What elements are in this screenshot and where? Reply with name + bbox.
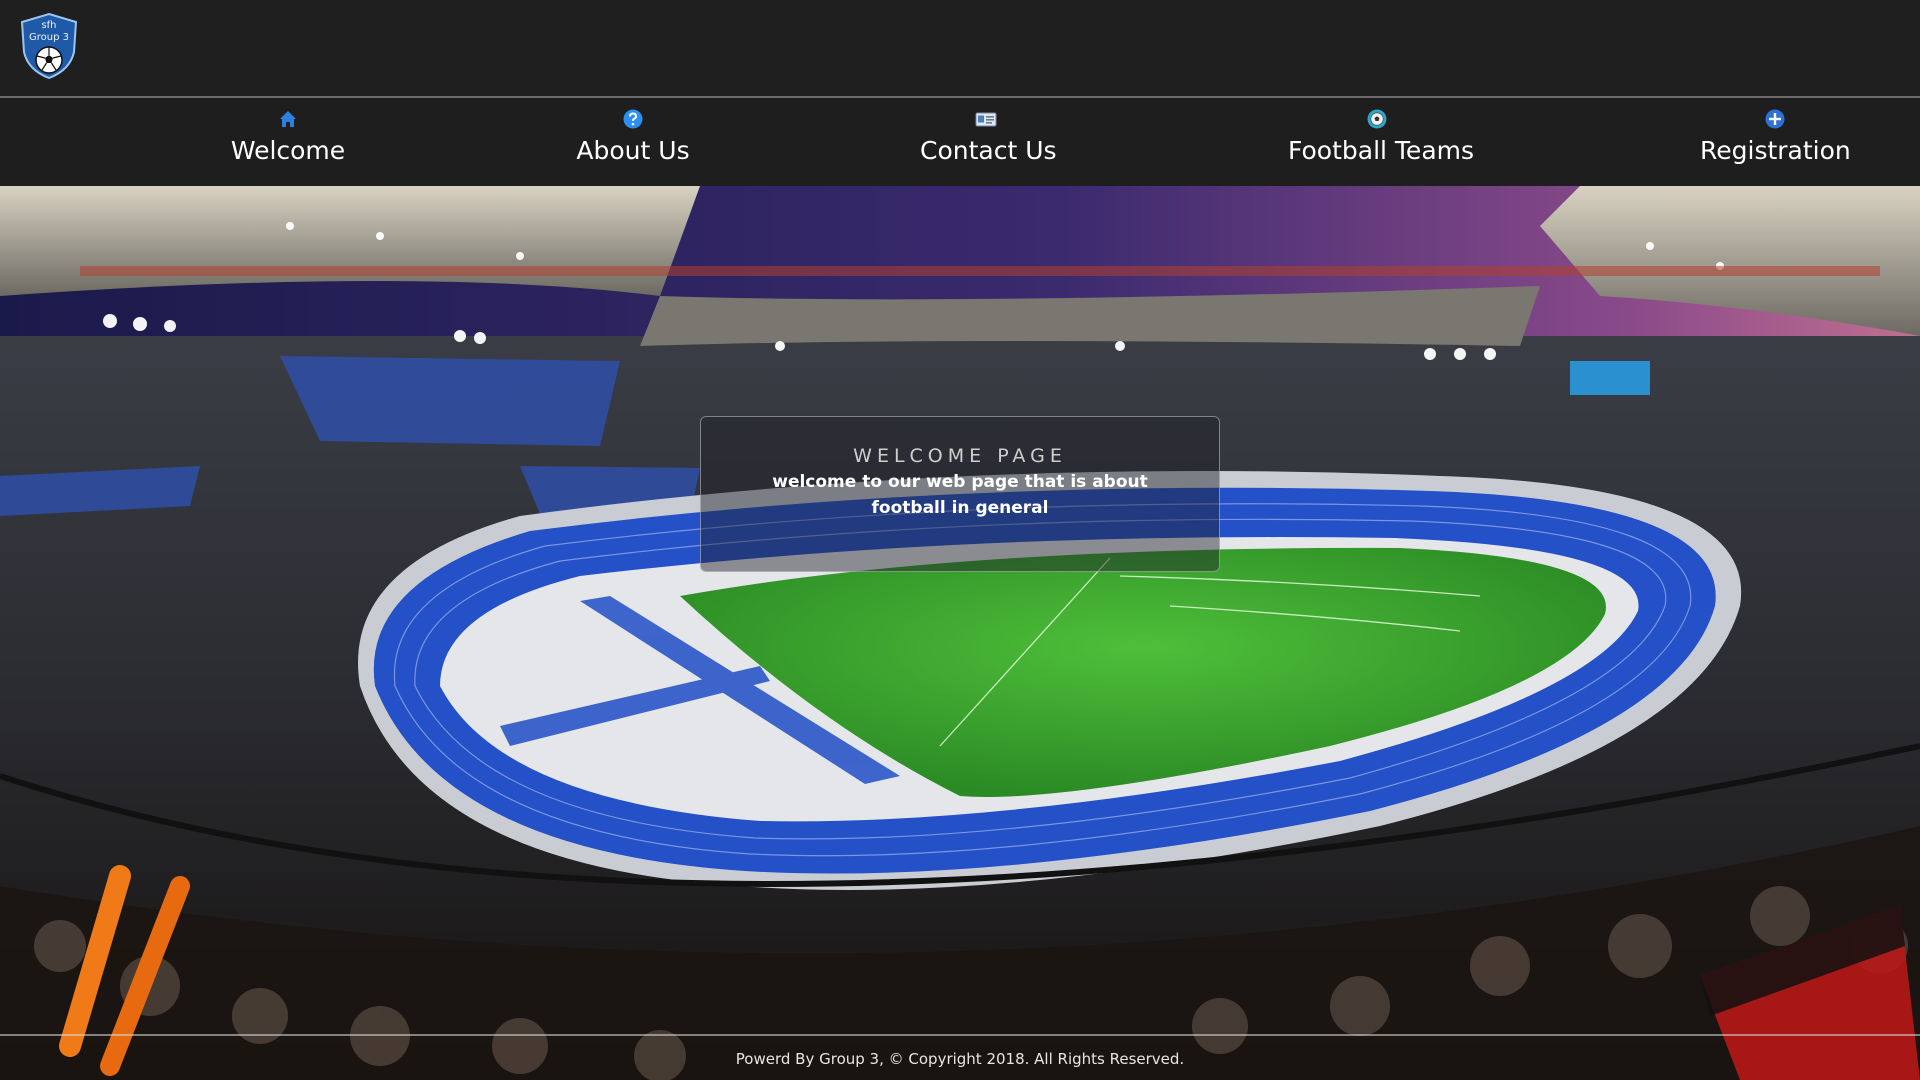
nav-item-contact-us[interactable]: Contact Us	[920, 108, 1057, 182]
site-logo[interactable]: sfh Group 3	[18, 12, 80, 80]
logo-text: sfh Group 3	[29, 20, 69, 43]
nav-item-welcome[interactable]: Welcome	[226, 108, 350, 182]
stadium-illustration	[0, 186, 1920, 1080]
nav-item-registration[interactable]: Registration	[1700, 108, 1851, 182]
contact-card-icon	[975, 112, 997, 127]
plus-circle-icon	[1765, 109, 1785, 129]
nav-label-football-teams: Football Teams	[1288, 136, 1475, 165]
home-icon	[280, 111, 296, 127]
nav-label-registration: Registration	[1700, 136, 1851, 165]
nav-label-welcome: Welcome	[230, 136, 346, 165]
stadium-hero-image: WELCOME PAGE welcome to our web page tha…	[0, 186, 1920, 1080]
welcome-title: WELCOME PAGE	[853, 445, 1067, 467]
main-nav: Welcome About Us Contact Us Football Tea…	[0, 98, 1920, 186]
welcome-text: welcome to our web page that is about fo…	[772, 472, 1148, 518]
question-icon	[623, 109, 643, 129]
footer-divider	[0, 1034, 1920, 1036]
nav-label-about-us: About Us	[576, 136, 690, 165]
nav-item-football-teams[interactable]: Football Teams	[1288, 108, 1475, 182]
top-header: sfh Group 3	[0, 0, 1920, 98]
nav-item-about-us[interactable]: About Us	[570, 108, 696, 182]
footer-copyright: Powerd By Group 3, © Copyright 2018. All…	[735, 1050, 1185, 1068]
nav-label-contact-us: Contact Us	[920, 136, 1057, 165]
welcome-panel: WELCOME PAGE welcome to our web page tha…	[700, 416, 1220, 572]
soccer-ball-icon	[1367, 109, 1387, 129]
